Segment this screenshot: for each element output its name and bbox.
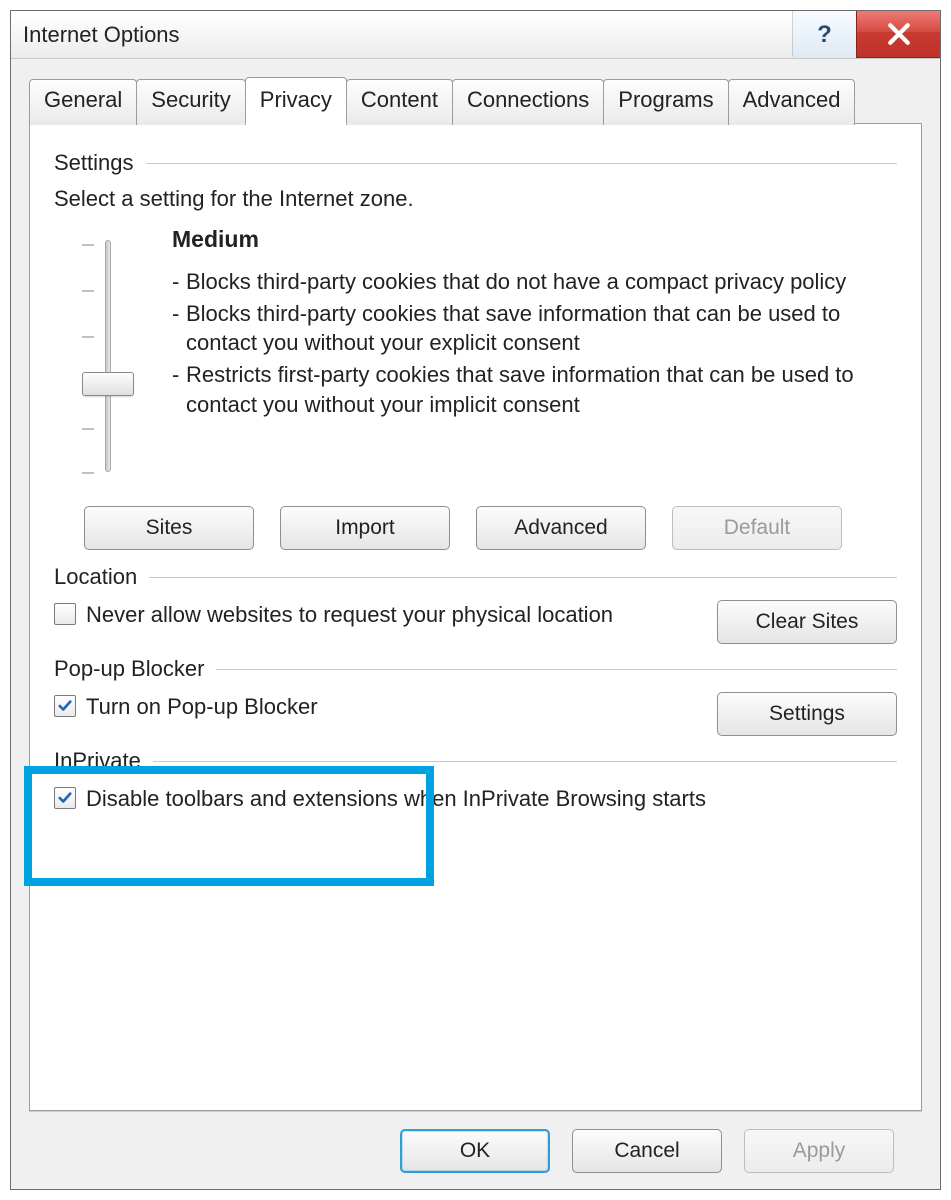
slider-tick [82,472,94,474]
settings-instruction: Select a setting for the Internet zone. [54,186,897,212]
privacy-bullet: Blocks third-party cookies that save inf… [186,299,897,358]
tab-programs[interactable]: Programs [603,79,728,125]
inprivate-checkbox-row[interactable]: Disable toolbars and extensions when InP… [54,784,706,814]
help-icon: ? [817,21,832,49]
popup-row: Turn on Pop-up Blocker Settings [54,692,897,736]
close-button[interactable] [856,11,940,58]
popup-checkbox-row[interactable]: Turn on Pop-up Blocker [54,692,318,722]
group-settings-header: Settings [54,150,897,176]
import-button[interactable]: Import [280,506,450,550]
privacy-level-name: Medium [172,226,897,253]
location-checkbox-label: Never allow websites to request your phy… [86,600,613,630]
slider-tick [82,336,94,338]
slider-tick [82,244,94,246]
cancel-button[interactable]: Cancel [572,1129,722,1173]
popup-checkbox[interactable] [54,695,76,717]
settings-buttons: Sites Import Advanced Default [84,506,897,550]
location-row: Never allow websites to request your phy… [54,600,897,644]
privacy-level-description: Medium -Blocks third-party cookies that … [172,226,897,486]
group-popup-label: Pop-up Blocker [54,656,204,682]
sites-button[interactable]: Sites [84,506,254,550]
privacy-bullet: Restricts first-party cookies that save … [186,360,897,419]
tab-security[interactable]: Security [136,79,245,125]
divider [149,577,897,578]
clear-sites-button[interactable]: Clear Sites [717,600,897,644]
privacy-level-slider[interactable] [64,226,152,486]
apply-button: Apply [744,1129,894,1173]
slider-tick [82,428,94,430]
location-checkbox-row[interactable]: Never allow websites to request your phy… [54,600,613,630]
inprivate-row: Disable toolbars and extensions when InP… [54,784,897,814]
tab-general[interactable]: General [29,79,137,125]
help-button[interactable]: ? [792,11,856,58]
divider [153,761,897,762]
tab-content[interactable]: Content [346,79,453,125]
titlebar: Internet Options ? [11,11,940,59]
divider [146,163,898,164]
tab-page-privacy: Settings Select a setting for the Intern… [29,123,922,1111]
advanced-button[interactable]: Advanced [476,506,646,550]
dialog-footer: OK Cancel Apply [29,1111,922,1189]
group-location-header: Location [54,564,897,590]
divider [216,669,897,670]
tab-connections[interactable]: Connections [452,79,604,125]
titlebar-buttons: ? [792,11,940,58]
slider-tick [82,290,94,292]
close-icon [885,20,913,48]
ok-button[interactable]: OK [400,1129,550,1173]
popup-settings-button[interactable]: Settings [717,692,897,736]
inprivate-checkbox-label: Disable toolbars and extensions when InP… [86,784,706,814]
inprivate-checkbox[interactable] [54,787,76,809]
group-location-label: Location [54,564,137,590]
tabstrip: General Security Privacy Content Connect… [29,77,922,123]
location-checkbox[interactable] [54,603,76,625]
dialog-content: General Security Privacy Content Connect… [11,59,940,1189]
group-inprivate-label: InPrivate [54,748,141,774]
group-settings-label: Settings [54,150,134,176]
slider-thumb[interactable] [82,372,134,396]
group-popup-header: Pop-up Blocker [54,656,897,682]
group-inprivate-header: InPrivate [54,748,897,774]
default-button: Default [672,506,842,550]
tab-advanced[interactable]: Advanced [728,79,856,125]
window-title: Internet Options [23,22,180,48]
privacy-bullet: Blocks third-party cookies that do not h… [186,267,846,297]
internet-options-dialog: Internet Options ? General Security Priv… [10,10,941,1190]
popup-checkbox-label: Turn on Pop-up Blocker [86,692,318,722]
slider-track [105,240,111,472]
settings-row: Medium -Blocks third-party cookies that … [54,226,897,486]
tab-privacy[interactable]: Privacy [245,77,347,124]
